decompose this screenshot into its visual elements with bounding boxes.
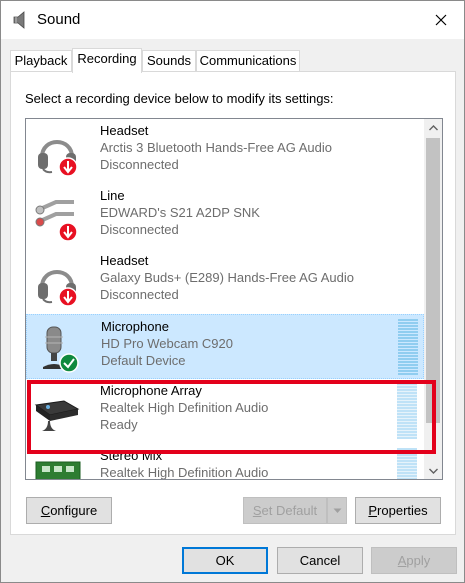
scroll-thumb[interactable] (426, 138, 440, 423)
device-item-microphone[interactable]: Microphone HD Pro Webcam C920 Default De… (26, 314, 424, 379)
level-meter (398, 319, 418, 375)
set-default-button[interactable]: Set Default (243, 497, 327, 524)
tab-sounds[interactable]: Sounds (142, 50, 196, 72)
instruction-text: Select a recording device below to modif… (25, 91, 334, 106)
level-meter (397, 448, 417, 479)
device-status: Disconnected (100, 157, 179, 172)
device-description: EDWARD's S21 A2DP SNK (100, 205, 260, 220)
device-name: Line (100, 188, 125, 203)
device-item-headset-galaxy[interactable]: Headset Galaxy Buds+ (E289) Hands-Free A… (26, 249, 424, 314)
set-default-label: et Default (261, 503, 318, 518)
level-meter (397, 383, 417, 439)
device-status: Default Device (101, 353, 186, 368)
recording-panel: Select a recording device below to modif… (10, 71, 456, 535)
device-status: Disconnected (100, 222, 179, 237)
device-item-stereo-mix[interactable]: Stereo Mix Realtek High Definition Audio (26, 444, 424, 480)
device-name: Microphone Array (100, 383, 202, 398)
close-icon (435, 14, 447, 26)
line-in-disconnected-icon (35, 200, 78, 242)
tab-playback[interactable]: Playback (10, 50, 72, 72)
device-name: Headset (100, 253, 149, 268)
sound-dialog: Sound Playback Recording Sounds Communic… (0, 0, 465, 583)
tab-recording[interactable]: Recording (72, 48, 142, 73)
microphone-default-icon (43, 326, 79, 373)
title-bar[interactable]: Sound (1, 1, 464, 39)
device-name: Microphone (101, 319, 169, 334)
apply-mnemonic: A (397, 553, 407, 568)
ok-button[interactable]: OK (182, 547, 268, 574)
device-name: Stereo Mix (100, 448, 163, 463)
device-description: Realtek High Definition Audio (100, 465, 269, 480)
device-description: Galaxy Buds+ (E289) Hands-Free AG Audio (100, 270, 354, 285)
configure-label: onfigure (50, 503, 98, 518)
device-status: Disconnected (100, 287, 179, 302)
chevron-down-icon (428, 468, 438, 474)
stereo-mix-icon (35, 461, 81, 479)
device-list[interactable]: Headset Arctis 3 Bluetooth Hands-Free AG… (25, 118, 443, 480)
device-description: Arctis 3 Bluetooth Hands-Free AG Audio (100, 140, 332, 155)
device-item-microphone-array[interactable]: Microphone Array Realtek High Definition… (26, 379, 424, 444)
set-default-mnemonic: S (252, 503, 262, 518)
device-item-headset-arctis[interactable]: Headset Arctis 3 Bluetooth Hands-Free AG… (26, 119, 424, 184)
device-description: HD Pro Webcam C920 (101, 336, 233, 351)
configure-button[interactable]: Configure (26, 497, 112, 524)
apply-button[interactable]: Apply (371, 547, 457, 574)
properties-mnemonic: P (368, 503, 378, 518)
cancel-button[interactable]: Cancel (277, 547, 363, 574)
device-status: Ready (100, 417, 138, 432)
set-default-dropdown-button[interactable] (327, 497, 347, 524)
chevron-up-icon (428, 124, 438, 130)
close-button[interactable] (418, 1, 464, 39)
device-description: Realtek High Definition Audio (100, 400, 269, 415)
tab-communications[interactable]: Communications (196, 50, 300, 72)
vertical-scrollbar[interactable] (424, 119, 442, 479)
device-name: Headset (100, 123, 149, 138)
microphone-array-icon (34, 400, 80, 431)
chevron-down-icon (333, 508, 341, 513)
properties-label: roperties (377, 503, 428, 518)
apply-label: pply (406, 553, 431, 568)
device-item-line[interactable]: Line EDWARD's S21 A2DP SNK Disconnected (26, 184, 424, 249)
scroll-down-button[interactable] (424, 462, 442, 479)
configure-mnemonic: C (40, 503, 51, 518)
speaker-icon (13, 11, 25, 29)
window-title: Sound (37, 11, 81, 28)
headset-disconnected-icon (38, 140, 78, 177)
properties-button[interactable]: Properties (355, 497, 441, 524)
headset-disconnected-icon (38, 270, 78, 307)
scroll-up-button[interactable] (424, 119, 442, 136)
